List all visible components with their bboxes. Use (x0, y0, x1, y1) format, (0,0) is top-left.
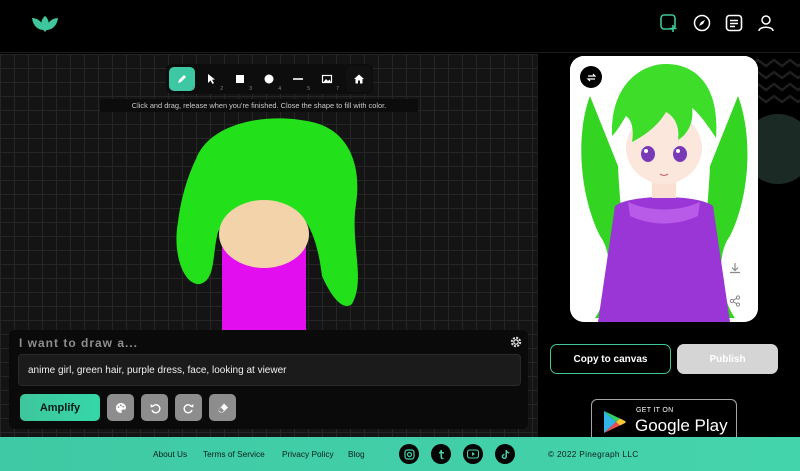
redo-icon (183, 403, 193, 413)
amplify-button[interactable]: Amplify (20, 394, 100, 421)
google-play-icon (604, 411, 626, 433)
prompt-panel: I want to draw a... Amplify (9, 330, 528, 429)
image-tool[interactable]: 7 (314, 67, 340, 92)
palette-button[interactable] (107, 394, 134, 421)
swap-icon (586, 73, 596, 81)
compass-icon[interactable] (692, 13, 712, 33)
badge-google-play: Google Play (635, 416, 728, 435)
footer-link-blog[interactable]: Blog (348, 449, 365, 459)
circle-tool[interactable]: 4 (256, 67, 282, 92)
copy-to-canvas-button[interactable]: Copy to canvas (550, 344, 671, 374)
badge-get-it-on: GET IT ON (636, 407, 674, 414)
download-icon[interactable] (728, 261, 742, 275)
tool-shortcut: 2 (220, 86, 223, 92)
circle-icon (264, 74, 274, 84)
tool-shortcut: 3 (249, 86, 252, 92)
result-panel: Copy to canvas Publish GET IT ON Google … (537, 54, 800, 437)
instagram-glyph (403, 448, 415, 460)
generated-image-card[interactable] (570, 56, 758, 322)
footer-link-privacy[interactable]: Privacy Policy (282, 449, 334, 459)
home-icon (354, 74, 364, 84)
instagram-icon[interactable] (399, 444, 419, 464)
home-button[interactable] (346, 66, 372, 92)
gear-icon[interactable] (510, 336, 522, 348)
rectangle-tool[interactable]: 3 (227, 67, 253, 92)
share-icon[interactable] (728, 294, 742, 308)
youtube-glyph (467, 449, 479, 459)
image-icon (321, 74, 333, 84)
leaf-logo[interactable] (30, 12, 60, 34)
top-bar (0, 0, 800, 53)
youtube-icon[interactable] (463, 444, 483, 464)
eraser-icon (217, 403, 228, 412)
line-icon (293, 78, 303, 80)
redo-button[interactable] (175, 394, 202, 421)
tool-shortcut: 4 (278, 86, 281, 92)
tool-shortcut: 7 (336, 86, 339, 92)
footer-link-about[interactable]: About Us (153, 449, 187, 459)
tool-shortcut: 1 (191, 86, 194, 92)
tumblr-glyph (438, 449, 444, 459)
copyright: © 2022 Pinegraph LLC (548, 449, 639, 459)
cursor-icon (208, 74, 215, 84)
tiktok-glyph (501, 449, 509, 459)
generated-image (570, 56, 758, 322)
select-tool[interactable]: 2 (198, 67, 224, 92)
user-icon[interactable] (756, 13, 776, 33)
square-icon (236, 75, 244, 83)
tiktok-icon[interactable] (495, 444, 515, 464)
pencil-icon (178, 75, 186, 83)
eraser-button[interactable] (209, 394, 236, 421)
document-icon[interactable] (724, 13, 744, 33)
prompt-title: I want to draw a... (19, 336, 139, 350)
footer-link-terms[interactable]: Terms of Service (203, 449, 265, 459)
undo-button[interactable] (141, 394, 168, 421)
swap-button[interactable] (580, 66, 602, 88)
prompt-input[interactable] (18, 354, 521, 386)
tool-hint: Click and drag, release when you're fini… (100, 99, 418, 112)
publish-button[interactable]: Publish (677, 344, 778, 374)
new-canvas-icon[interactable] (659, 13, 679, 33)
pencil-tool[interactable]: 1 (169, 67, 195, 92)
undo-icon (150, 403, 160, 413)
line-tool[interactable]: 5 (285, 67, 311, 92)
tumblr-icon[interactable] (431, 444, 451, 464)
palette-icon (115, 402, 126, 413)
footer: About Us Terms of Service Privacy Policy… (0, 437, 800, 471)
google-play-badge[interactable]: GET IT ON Google Play (591, 399, 737, 437)
tool-shortcut: 5 (307, 86, 310, 92)
drawing-toolbar: 1 2 3 4 5 7 (166, 64, 373, 94)
